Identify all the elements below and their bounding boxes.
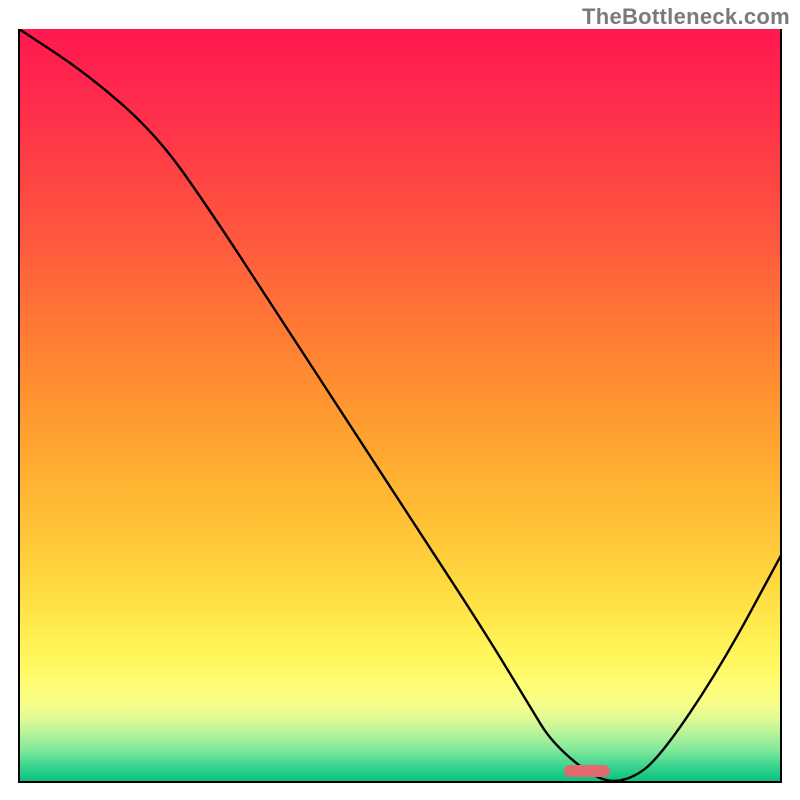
watermark-text: TheBottleneck.com [582,4,790,30]
chart-frame: TheBottleneck.com [0,0,800,800]
axis-right [780,29,782,782]
curve-line [19,29,781,781]
axis-left [18,29,20,782]
optimal-marker [564,765,610,777]
plot-area [19,29,781,781]
axis-bottom [18,781,782,783]
